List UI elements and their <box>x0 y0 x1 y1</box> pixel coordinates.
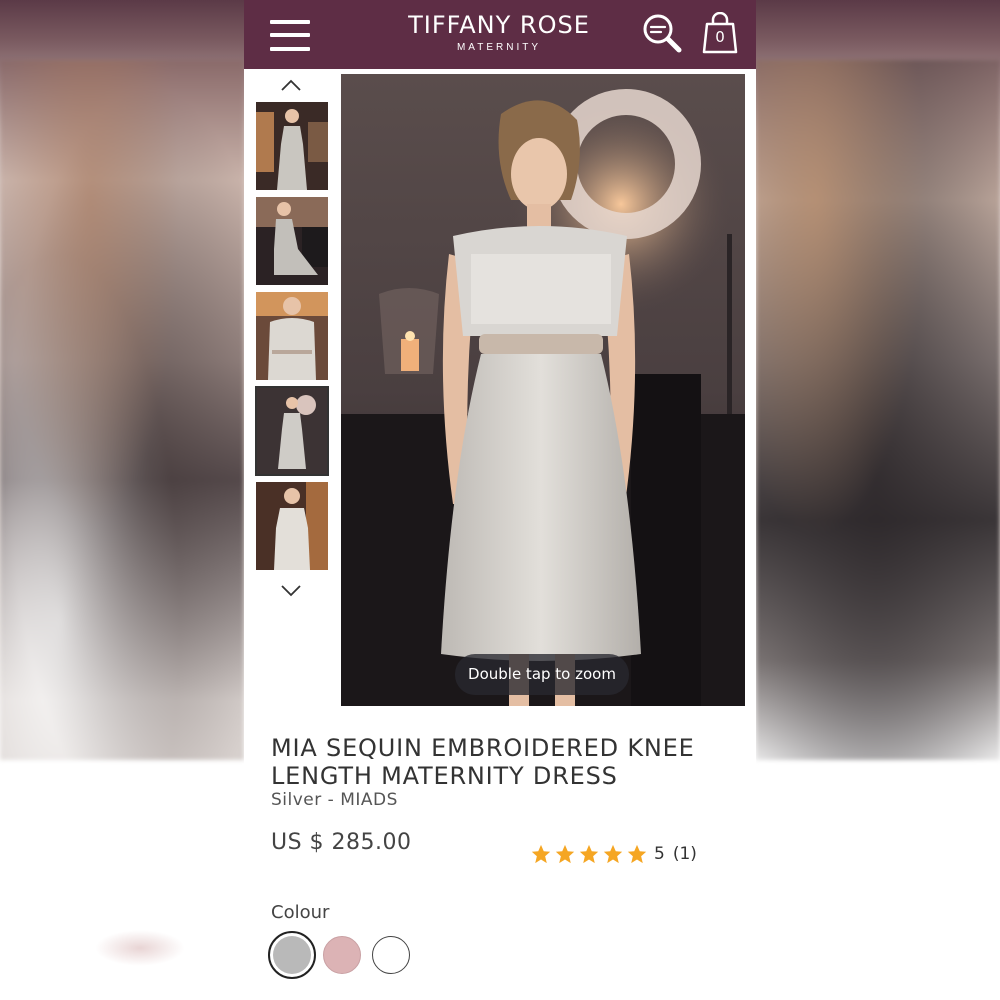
colour-swatch-white[interactable] <box>372 936 410 974</box>
search-icon[interactable] <box>642 13 682 53</box>
thumbnail-4[interactable] <box>255 386 329 476</box>
product-variant-sku: Silver - MIADS <box>271 790 398 810</box>
star-icon <box>603 844 623 864</box>
brand-subtitle: MATERNITY <box>456 42 542 53</box>
star-icon <box>555 844 575 864</box>
main-product-image[interactable] <box>341 74 745 706</box>
product-price: US $ 285.00 <box>271 830 412 855</box>
chevron-up-icon[interactable] <box>280 78 302 92</box>
zoom-hint: Double tap to zoom <box>455 654 629 695</box>
star-icon <box>531 844 551 864</box>
thumbnail-2[interactable] <box>256 197 328 285</box>
blurred-background-left <box>0 60 244 760</box>
colour-label: Colour <box>271 902 330 923</box>
cart-count: 0 <box>715 28 725 46</box>
thumbnail-3[interactable] <box>256 292 328 380</box>
colour-swatch-blush[interactable] <box>323 936 361 974</box>
brand-logo[interactable]: TIFFANY ROSE MATERNITY <box>374 10 624 54</box>
product-rating[interactable]: 5 (1) <box>530 842 697 866</box>
blurred-background-right <box>756 60 1000 760</box>
shopping-bag-icon[interactable]: 0 <box>702 11 738 54</box>
colour-swatch-silver[interactable] <box>268 931 316 979</box>
thumbnail-5[interactable] <box>256 482 328 570</box>
rating-value: 5 <box>654 844 665 864</box>
product-title: MIA SEQUIN EMBROIDERED KNEE LENGTH MATER… <box>271 734 695 790</box>
rating-count[interactable]: (1) <box>673 844 697 864</box>
brand-name: TIFFANY ROSE <box>408 11 590 39</box>
star-icon <box>627 844 647 864</box>
star-icon <box>579 844 599 864</box>
blurred-background-blob <box>95 930 185 966</box>
site-header: TIFFANY ROSE MATERNITY 0 <box>244 0 756 69</box>
chevron-down-icon[interactable] <box>280 584 302 598</box>
thumbnail-1[interactable] <box>256 102 328 190</box>
product-page: TIFFANY ROSE MATERNITY 0 Double tap to z… <box>244 0 756 1000</box>
menu-icon[interactable] <box>270 20 310 52</box>
